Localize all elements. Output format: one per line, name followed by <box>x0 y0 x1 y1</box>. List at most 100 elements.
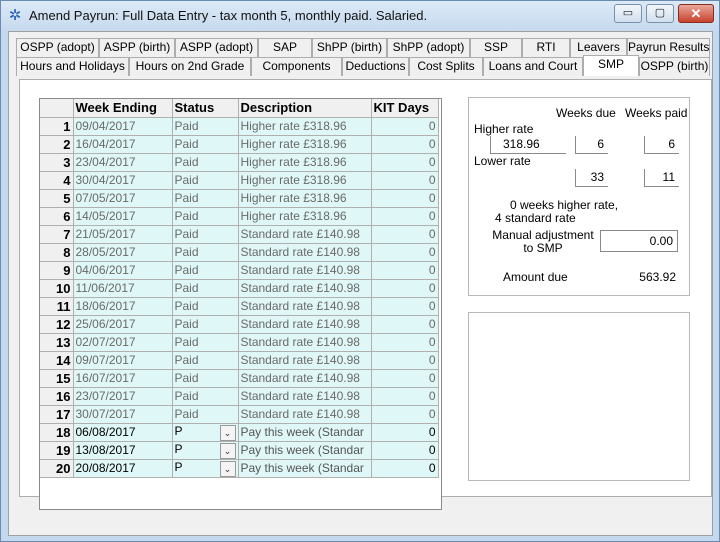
week-ending-cell[interactable]: 18/06/2017 <box>73 297 173 316</box>
description-cell[interactable]: Standard rate £140.98 <box>238 297 372 316</box>
status-cell[interactable]: Paid <box>172 387 239 406</box>
kit-days-cell[interactable]: 0 <box>371 153 439 172</box>
description-cell[interactable]: Pay this week (Standar <box>238 459 372 478</box>
row-number[interactable]: 1 <box>40 117 74 136</box>
tab-hours-and-holidays[interactable]: Hours and Holidays <box>16 57 129 76</box>
row-number[interactable]: 19 <box>40 441 74 460</box>
row-number[interactable]: 11 <box>40 297 74 316</box>
row-number[interactable]: 18 <box>40 423 74 442</box>
status-cell[interactable]: Paid <box>172 153 239 172</box>
description-cell[interactable]: Standard rate £140.98 <box>238 279 372 298</box>
table-row[interactable]: 9 04/06/2017 Paid Standard rate £140.98 0 <box>40 261 439 280</box>
col-header-kit-days[interactable]: KIT Days <box>371 99 439 118</box>
kit-days-cell[interactable]: 0 <box>371 405 439 424</box>
col-header-status[interactable]: Status <box>172 99 239 118</box>
kit-days-cell[interactable]: 0 <box>371 171 439 190</box>
manual-adjustment-input[interactable]: 0.00 <box>600 230 678 252</box>
week-ending-cell[interactable]: 11/06/2017 <box>73 279 173 298</box>
table-row[interactable]: 16 23/07/2017 Paid Standard rate £140.98 0 <box>40 387 439 406</box>
kit-days-cell[interactable]: 0 <box>371 351 439 370</box>
row-number[interactable]: 14 <box>40 351 74 370</box>
week-ending-cell[interactable]: 04/06/2017 <box>73 261 173 280</box>
tab-cost-splits[interactable]: Cost Splits <box>409 57 483 76</box>
week-ending-cell[interactable]: 09/07/2017 <box>73 351 173 370</box>
kit-days-cell[interactable]: 0 <box>371 243 439 262</box>
week-ending-cell[interactable]: 30/04/2017 <box>73 171 173 190</box>
table-row[interactable]: 12 25/06/2017 Paid Standard rate £140.98 0 <box>40 315 439 334</box>
week-ending-cell[interactable]: 07/05/2017 <box>73 189 173 208</box>
row-number[interactable]: 7 <box>40 225 74 244</box>
higher-weeks-paid-field[interactable]: 6 <box>644 136 679 154</box>
close-button[interactable]: ✕ <box>678 4 714 23</box>
table-row[interactable]: 5 07/05/2017 Paid Higher rate £318.96 0 <box>40 189 439 208</box>
description-cell[interactable]: Standard rate £140.98 <box>238 351 372 370</box>
smp-weeks-grid[interactable]: Week Ending Status Description KIT Days … <box>39 98 442 510</box>
col-header-week-ending[interactable]: Week Ending <box>73 99 173 118</box>
description-cell[interactable]: Standard rate £140.98 <box>238 225 372 244</box>
description-cell[interactable]: Higher rate £318.96 <box>238 207 372 226</box>
tab-smp[interactable]: SMP <box>583 55 639 76</box>
table-row[interactable]: 15 16/07/2017 Paid Standard rate £140.98 0 <box>40 369 439 388</box>
tab-sap[interactable]: SAP <box>258 38 312 57</box>
tab-aspp-birth[interactable]: ASPP (birth) <box>99 38 175 57</box>
kit-days-cell[interactable]: 0 <box>371 279 439 298</box>
higher-rate-field[interactable]: 318.96 <box>490 136 566 154</box>
table-row[interactable]: 20 20/08/2017 P ⌄ Pay this week (Standar 0 <box>40 459 439 478</box>
tab-deductions[interactable]: Deductions <box>342 57 409 76</box>
kit-days-cell[interactable]: 0 <box>371 459 439 478</box>
tab-shpp-birth[interactable]: ShPP (birth) <box>312 38 387 57</box>
kit-days-cell[interactable]: 0 <box>371 189 439 208</box>
description-cell[interactable]: Pay this week (Standar <box>238 441 372 460</box>
status-cell[interactable]: Paid <box>172 351 239 370</box>
tab-shpp-adopt[interactable]: ShPP (adopt) <box>387 38 470 57</box>
status-cell[interactable]: P ⌄ <box>172 441 239 460</box>
status-cell[interactable]: Paid <box>172 189 239 208</box>
description-cell[interactable]: Standard rate £140.98 <box>238 243 372 262</box>
status-cell[interactable]: Paid <box>172 405 239 424</box>
row-number[interactable]: 2 <box>40 135 74 154</box>
table-row[interactable]: 19 13/08/2017 P ⌄ Pay this week (Standar 0 <box>40 441 439 460</box>
row-number[interactable]: 16 <box>40 387 74 406</box>
table-row[interactable]: 10 11/06/2017 Paid Standard rate £140.98 0 <box>40 279 439 298</box>
kit-days-cell[interactable]: 0 <box>371 315 439 334</box>
status-cell[interactable]: Paid <box>172 207 239 226</box>
kit-days-cell[interactable]: 0 <box>371 423 439 442</box>
description-cell[interactable]: Higher rate £318.96 <box>238 117 372 136</box>
status-cell[interactable]: Paid <box>172 297 239 316</box>
row-number[interactable]: 4 <box>40 171 74 190</box>
table-row[interactable]: 4 30/04/2017 Paid Higher rate £318.96 0 <box>40 171 439 190</box>
col-header-description[interactable]: Description <box>238 99 372 118</box>
tab-loans-and-court[interactable]: Loans and Court <box>483 57 583 76</box>
row-number[interactable]: 3 <box>40 153 74 172</box>
status-cell[interactable]: Paid <box>172 225 239 244</box>
tab-hours-on-2nd-grade[interactable]: Hours on 2nd Grade <box>129 57 251 76</box>
week-ending-cell[interactable]: 06/08/2017 <box>73 423 173 442</box>
week-ending-cell[interactable]: 13/08/2017 <box>73 441 173 460</box>
description-cell[interactable]: Higher rate £318.96 <box>238 135 372 154</box>
row-number[interactable]: 10 <box>40 279 74 298</box>
kit-days-cell[interactable]: 0 <box>371 297 439 316</box>
table-row[interactable]: 17 30/07/2017 Paid Standard rate £140.98 0 <box>40 405 439 424</box>
table-row[interactable]: 1 09/04/2017 Paid Higher rate £318.96 0 <box>40 117 439 136</box>
table-row[interactable]: 7 21/05/2017 Paid Standard rate £140.98 0 <box>40 225 439 244</box>
description-cell[interactable]: Standard rate £140.98 <box>238 261 372 280</box>
row-number[interactable]: 13 <box>40 333 74 352</box>
status-cell[interactable]: Paid <box>172 369 239 388</box>
description-cell[interactable]: Standard rate £140.98 <box>238 387 372 406</box>
maximize-button[interactable]: ▢ <box>646 4 674 23</box>
week-ending-cell[interactable]: 23/07/2017 <box>73 387 173 406</box>
chevron-down-icon[interactable]: ⌄ <box>219 442 236 458</box>
kit-days-cell[interactable]: 0 <box>371 441 439 460</box>
table-row[interactable]: 6 14/05/2017 Paid Higher rate £318.96 0 <box>40 207 439 226</box>
description-cell[interactable]: Standard rate £140.98 <box>238 369 372 388</box>
status-cell[interactable]: Paid <box>172 279 239 298</box>
status-cell[interactable]: Paid <box>172 135 239 154</box>
lower-weeks-paid-field[interactable]: 11 <box>644 169 679 187</box>
tab-payrun-results[interactable]: Payrun Results <box>627 38 710 57</box>
table-row[interactable]: 18 06/08/2017 P ⌄ Pay this week (Standar 0 <box>40 423 439 442</box>
description-cell[interactable]: Standard rate £140.98 <box>238 405 372 424</box>
lower-weeks-due-field[interactable]: 33 <box>575 169 608 187</box>
table-row[interactable]: 8 28/05/2017 Paid Standard rate £140.98 0 <box>40 243 439 262</box>
week-ending-cell[interactable]: 16/04/2017 <box>73 135 173 154</box>
chevron-down-icon[interactable]: ⌄ <box>219 424 236 440</box>
